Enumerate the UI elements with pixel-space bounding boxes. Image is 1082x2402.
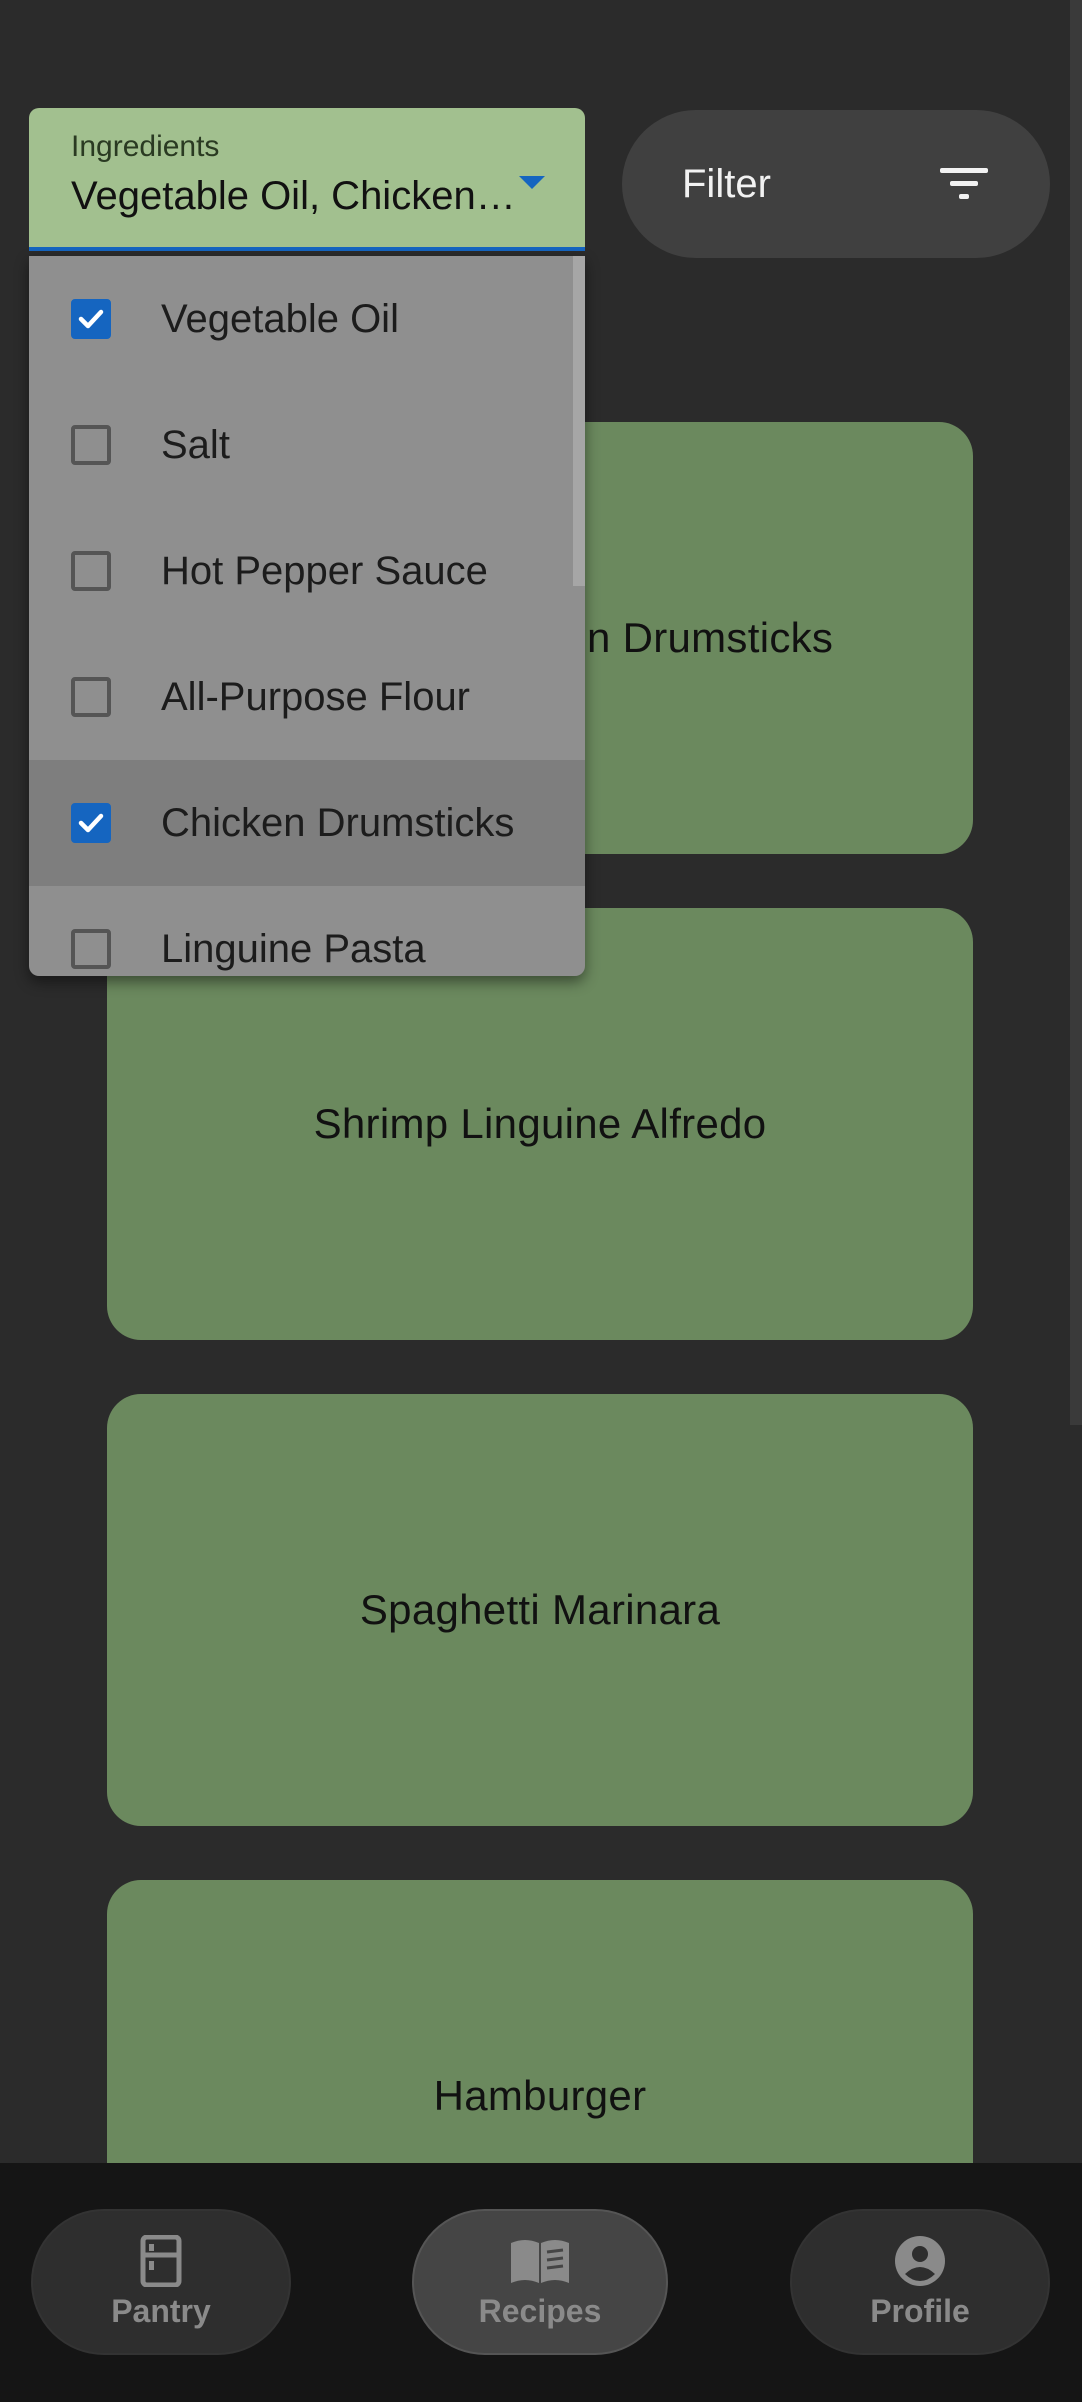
checkbox-unchecked-icon[interactable] (71, 425, 111, 465)
nav-item-label: Recipes (478, 2292, 602, 2329)
ingredients-select-label: Ingredients (71, 130, 220, 163)
fridge-icon (140, 2234, 182, 2287)
bottom-navigation: Pantry Recipes Profile (0, 2163, 1082, 2402)
checkbox-checked-icon[interactable] (71, 803, 111, 843)
book-icon (511, 2239, 569, 2283)
account-icon (895, 2235, 945, 2286)
ingredient-option[interactable]: Hot Pepper Sauce (29, 508, 585, 634)
ingredients-select-value: Vegetable Oil, Chicken Drumsticks (71, 174, 521, 218)
ingredient-option-label: All-Purpose Flour (161, 674, 471, 719)
recipe-card-title: Hamburger (433, 2072, 647, 2119)
ingredient-option-label: Hot Pepper Sauce (161, 548, 488, 593)
checkbox-unchecked-icon[interactable] (71, 677, 111, 717)
recipe-card-title: Shrimp Linguine Alfredo (313, 1100, 767, 1147)
ingredient-option-label: Chicken Drumsticks (161, 800, 515, 845)
nav-item-recipes[interactable]: Recipes (412, 2209, 668, 2355)
ingredient-option[interactable]: Vegetable Oil (29, 256, 585, 382)
ingredient-option-label: Linguine Pasta (161, 926, 426, 971)
nav-item-pantry[interactable]: Pantry (31, 2209, 291, 2355)
ingredient-option-label: Vegetable Oil (161, 296, 399, 341)
checkbox-unchecked-icon[interactable] (71, 551, 111, 591)
ingredient-option[interactable]: Linguine Pasta (29, 886, 585, 976)
checkbox-unchecked-icon[interactable] (71, 929, 111, 969)
ingredients-select[interactable]: Ingredients Vegetable Oil, Chicken Drums… (29, 108, 585, 251)
page-scrollbar[interactable] (1070, 0, 1082, 1425)
recipe-card-title: Spaghetti Marinara (359, 1586, 721, 1633)
recipe-card[interactable]: Spaghetti Marinara (107, 1394, 973, 1826)
nav-item-profile[interactable]: Profile (790, 2209, 1050, 2355)
ingredient-option[interactable]: Chicken Drumsticks (29, 760, 585, 886)
filter-label: Filter (682, 161, 771, 206)
checkbox-checked-icon[interactable] (71, 299, 111, 339)
ingredient-option-label: Salt (161, 422, 230, 467)
caret-down-icon (519, 176, 545, 189)
nav-item-label: Pantry (111, 2292, 211, 2329)
ingredients-dropdown-menu: Vegetable Oil Salt Hot Pepper Sauce All-… (29, 256, 585, 976)
filter-button[interactable]: Filter (622, 110, 1050, 258)
ingredient-option[interactable]: All-Purpose Flour (29, 634, 585, 760)
filter-icon (940, 168, 988, 199)
ingredient-option[interactable]: Salt (29, 382, 585, 508)
nav-item-label: Profile (870, 2292, 970, 2329)
